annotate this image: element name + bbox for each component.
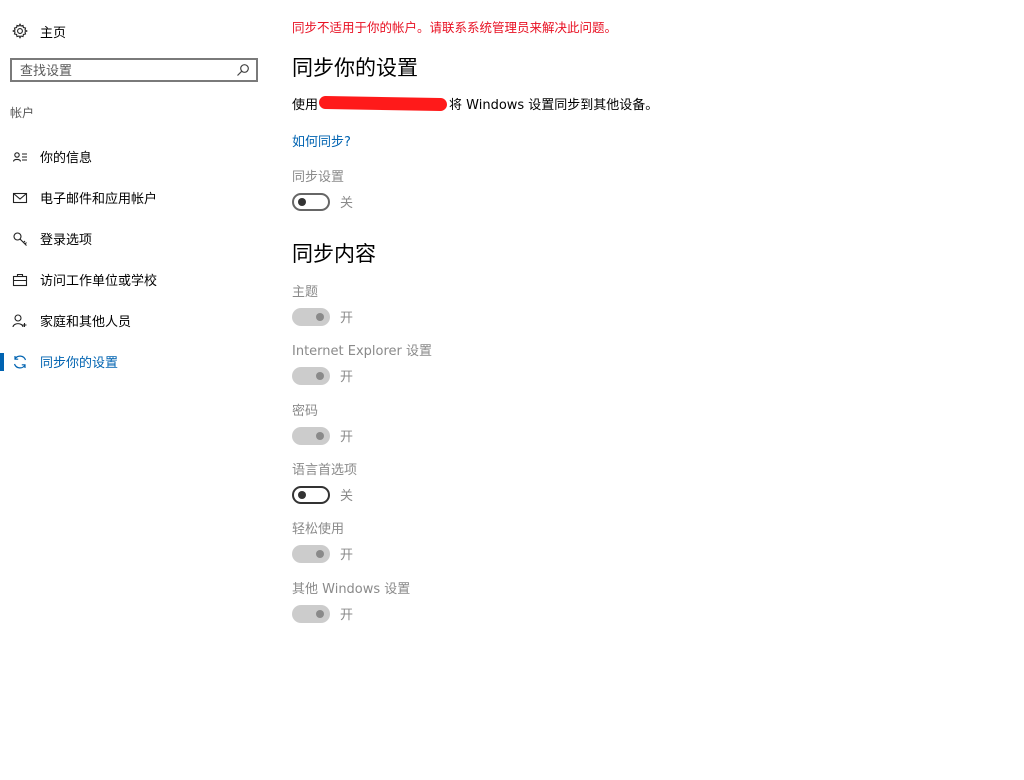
toggle-state: 开 [340,370,354,385]
toggle-state: 开 [340,608,354,623]
toggle-knob [316,549,324,558]
redacted-account [318,95,448,112]
setting-ease-of-access: 轻松使用 开 [292,518,353,563]
mail-icon [12,192,28,203]
sync-error-message: 同步不适用于你的帐户。请联系系统管理员来解决此问题。 [292,20,618,35]
toggle-knob [298,197,306,206]
setting-language-preferences: 语言首选项 关 [292,459,357,504]
active-indicator [0,353,4,371]
setting-label: Internet Explorer 设置 [292,344,433,359]
sidebar-item-label: 登录选项 [40,233,93,248]
description-prefix: 使用 [292,98,319,113]
sidebar-item-email-accounts[interactable]: 电子邮件和应用帐户 [0,177,272,218]
toggle-knob [316,609,324,618]
toggle-state: 关 [340,196,354,211]
sync-settings-toggle[interactable] [292,192,330,211]
setting-label: 轻松使用 [292,522,345,537]
setting-label: 同步设置 [292,170,345,185]
sidebar-item-label: 访问工作单位或学校 [40,274,158,289]
sidebar-item-your-info[interactable]: 你的信息 [0,136,272,177]
description-suffix: 将 Windows 设置同步到其他设备。 [449,98,659,113]
sidebar-item-label: 电子邮件和应用帐户 [40,192,158,207]
sidebar-item-label: 同步你的设置 [40,356,119,371]
other-windows-settings-toggle[interactable] [292,604,330,623]
person-add-icon [12,313,27,327]
setting-internet-explorer: Internet Explorer 设置 开 [292,340,432,385]
language-preferences-toggle[interactable] [292,485,330,504]
sidebar-item-sign-in-options[interactable]: 登录选项 [0,218,272,259]
sidebar-item-label: 你的信息 [40,151,93,166]
person-card-icon [12,151,27,162]
section-label-accounts: 帐户 [10,106,35,120]
sidebar-nav: 你的信息 电子邮件和应用帐户 登录选项 访问工作单位或学校 家庭和其他人员 同步… [0,136,272,382]
toggle-knob [316,431,324,440]
sync-settings-setting: 同步设置 关 [292,166,353,211]
internet-explorer-toggle[interactable] [292,366,330,385]
sidebar: 主页 帐户 你的信息 电子邮件和应用帐户 登录选项 [0,0,272,780]
toggle-knob [316,312,324,321]
sidebar-item-family[interactable]: 家庭和其他人员 [0,300,272,341]
setting-label: 其他 Windows 设置 [292,582,411,597]
toggle-knob [298,490,306,499]
section-title-sync-content: 同步内容 [292,242,376,266]
theme-toggle[interactable] [292,307,330,326]
setting-label: 主题 [292,285,319,300]
toggle-state: 开 [340,311,354,326]
sidebar-item-label: 家庭和其他人员 [40,315,132,330]
search-input[interactable] [12,61,230,82]
home-link[interactable]: 主页 [12,20,66,42]
setting-theme: 主题 开 [292,281,353,326]
toggle-knob [316,371,324,380]
briefcase-icon [12,273,28,286]
home-label: 主页 [40,25,67,41]
sidebar-item-sync-settings[interactable]: 同步你的设置 [0,341,272,382]
setting-label: 语言首选项 [292,463,358,478]
main-content: 同步不适用于你的帐户。请联系系统管理员来解决此问题。 同步你的设置 使用 将 W… [292,0,992,780]
key-icon [13,231,27,246]
setting-passwords: 密码 开 [292,400,353,445]
sync-description: 使用 将 Windows 设置同步到其他设备。 [292,94,658,113]
setting-label: 密码 [292,404,319,419]
toggle-state: 开 [340,430,354,445]
setting-other-windows: 其他 Windows 设置 开 [292,578,410,623]
passwords-toggle[interactable] [292,426,330,445]
search-icon[interactable] [236,63,250,77]
toggle-state: 关 [340,489,354,504]
sidebar-item-work-school[interactable]: 访问工作单位或学校 [0,259,272,300]
search-box[interactable] [10,58,258,82]
gear-icon [12,23,28,39]
toggle-state: 开 [340,548,354,563]
how-to-sync-link[interactable]: 如何同步? [292,131,351,150]
page-title: 同步你的设置 [292,56,418,80]
sync-icon [13,355,27,368]
ease-of-access-toggle[interactable] [292,544,330,563]
